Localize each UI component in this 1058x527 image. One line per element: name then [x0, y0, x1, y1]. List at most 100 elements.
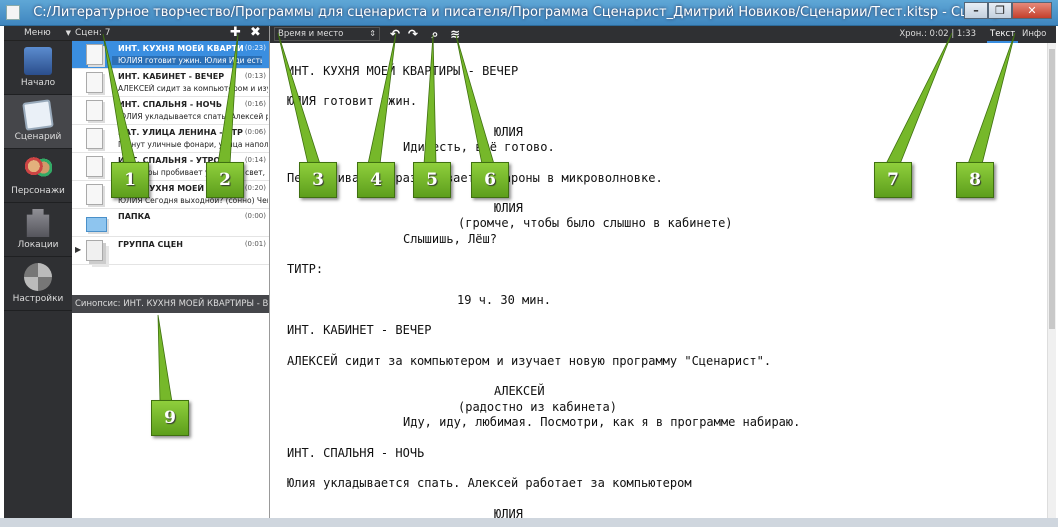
block-type-select[interactable]: Время и место ⇕: [274, 27, 380, 41]
parenthetical: (громче, чтобы было слышно в кабинете): [458, 216, 733, 230]
nav-item-script[interactable]: Сценарий: [4, 95, 72, 149]
undo-icon[interactable]: ↶: [386, 26, 404, 43]
scenes-panel: Сцен: 7 ✚ ✖ ИНТ. КУХНЯ МОЕЙ КВАРТИРЫ - В…: [72, 26, 270, 518]
scene-heading: ИНТ. КУХНЯ МОЕЙ КВАРТИРЫ - ВЕЧЕР: [287, 64, 519, 78]
character-name: АЛЕКСЕЙ: [494, 384, 545, 398]
select-arrow-icon: ⇕: [369, 29, 376, 38]
callout-badge: 5: [413, 162, 451, 198]
scene-description: Гаснут уличные фонари, улица наполняется: [118, 140, 268, 149]
scene-group-item[interactable]: ▶ ГРУППА СЦЕН (0:01): [72, 237, 269, 265]
remove-scene-button[interactable]: ✖: [250, 26, 261, 40]
nav-item-characters[interactable]: Персонажи: [4, 149, 72, 203]
title-bar: C:/Литературное творчество/Программы для…: [0, 0, 1058, 26]
scene-page-icon: [86, 184, 103, 205]
scene-duration: (0:23): [244, 44, 266, 52]
scene-duration: (0:20): [244, 184, 266, 192]
scene-description: АЛЕКСЕЙ сидит за компьютером и изучает н…: [118, 84, 268, 93]
scene-item[interactable]: НАТ. УЛИЦА ЛЕНИНА - УТРО (0:06) Гаснут у…: [72, 125, 269, 153]
block-type-value: Время и место: [278, 29, 344, 39]
callout-badge: 3: [299, 162, 337, 198]
nav-item-label: Локации: [17, 240, 59, 250]
action-line: ЮЛИЯ готовит ужин.: [287, 94, 418, 108]
scene-duration: (0:16): [244, 100, 266, 108]
scrollbar-thumb[interactable]: [1049, 49, 1055, 329]
scene-item[interactable]: ИНТ. КАБИНЕТ - ВЕЧЕР (0:13) АЛЕКСЕЙ сиди…: [72, 69, 269, 97]
dialogue-line: Слышишь, Лёш?: [403, 232, 497, 246]
scene-description: ЮЛИЯ готовит ужин. Юлия Иди есть, всё го…: [112, 56, 262, 65]
scene-item[interactable]: ИНТ. СПАЛЬНЯ - НОЧЬ (0:16) ЮЛИЯ укладыва…: [72, 97, 269, 125]
callout-badge: 4: [357, 162, 395, 198]
scene-title: ИНТ. КУХНЯ МОЕЙ КВАРТИРЫ - ВЕЧЕР: [118, 44, 243, 53]
title-text: 19 ч. 30 мин.: [457, 293, 551, 307]
scene-description: ЮЛИЯ укладывается спать. Алексей работае…: [118, 112, 268, 121]
scene-duration: (0:14): [244, 156, 266, 164]
script-scroll-icon: [22, 99, 54, 131]
callout-badge: 7: [874, 162, 912, 198]
title-block: ТИТР:: [287, 262, 324, 276]
tab-info[interactable]: Инфо: [1019, 26, 1049, 43]
scene-page-icon: [86, 72, 103, 93]
scene-duration: (0:06): [244, 128, 266, 136]
tools-icon: [24, 263, 52, 291]
folder-item[interactable]: ПАПКА (0:00): [72, 209, 269, 237]
callout-badge: 9: [151, 400, 189, 436]
window-bottom-frame: [0, 518, 1058, 527]
scene-page-icon: [86, 100, 103, 121]
nav-item-label: Сценарий: [14, 132, 62, 142]
scene-page-icon: [86, 44, 103, 65]
redo-icon[interactable]: ↷: [404, 26, 422, 43]
synopsis-header: Синопсис: ИНТ. КУХНЯ МОЕЙ КВАРТИРЫ - ВЕЧ…: [72, 295, 269, 313]
books-icon: [24, 47, 52, 75]
scene-title: ИНТ. КАБИНЕТ - ВЕЧЕР: [118, 72, 225, 81]
scene-group-icon: [86, 240, 103, 261]
folder-duration: (0:00): [244, 212, 266, 220]
chronometer: Хрон.: 0:02 | 1:33: [899, 29, 976, 39]
callout-badge: 1: [111, 162, 149, 198]
editor-toolbar: Время и место ⇕ ↶ ↷ ⌕ ≋ Хрон.: 0:02 | 1:…: [270, 26, 1056, 43]
scene-count-label: Сцен:: [75, 28, 102, 38]
layers-icon[interactable]: ≋: [446, 26, 464, 43]
scene-heading: ИНТ. КАБИНЕТ - ВЕЧЕР: [287, 323, 432, 337]
nav-item-locations[interactable]: Локации: [4, 203, 72, 257]
scene-duration: (0:13): [244, 72, 266, 80]
nav-item-settings[interactable]: Настройки: [4, 257, 72, 311]
chevron-down-icon: ▼: [65, 29, 72, 37]
callout-badge: 2: [206, 162, 244, 198]
search-icon[interactable]: ⌕: [426, 26, 444, 43]
scenes-toolbar: Сцен: 7 ✚ ✖: [72, 26, 269, 41]
scene-count: 7: [104, 28, 111, 38]
minimize-button[interactable]: –: [964, 2, 988, 19]
add-scene-button[interactable]: ✚: [230, 26, 241, 40]
scene-page-icon: [86, 128, 103, 149]
tab-text[interactable]: Текст: [987, 26, 1019, 43]
callout-badge: 6: [471, 162, 509, 198]
group-title: ГРУППА СЦЕН: [118, 240, 183, 249]
scene-page-icon: [86, 156, 103, 177]
scene-item[interactable]: ИНТ. КУХНЯ МОЕЙ КВАРТИРЫ - ВЕЧЕР (0:23) …: [72, 41, 269, 69]
characters-icon: [24, 155, 52, 183]
folder-title: ПАПКА: [118, 212, 151, 221]
action-line: Юлия укладывается спать. Алексей работае…: [287, 476, 692, 490]
character-name: ЮЛИЯ: [494, 201, 523, 215]
folder-icon: [86, 217, 107, 232]
group-duration: (0:01): [244, 240, 266, 248]
expand-arrow-icon[interactable]: ▶: [75, 245, 81, 254]
scene-list: ИНТ. КУХНЯ МОЕЙ КВАРТИРЫ - ВЕЧЕР (0:23) …: [72, 41, 269, 265]
callout-badge: 8: [956, 162, 994, 198]
left-navigation: Меню ▼ Начало Сценарий Персонажи Локации…: [4, 26, 72, 518]
nav-item-label: Начало: [20, 78, 56, 88]
character-name: ЮЛИЯ: [494, 507, 523, 518]
scene-heading: ИНТ. СПАЛЬНЯ - НОЧЬ: [287, 446, 425, 460]
castle-icon: [26, 209, 50, 237]
scene-title: ИНТ. СПАЛЬНЯ - НОЧЬ: [118, 100, 222, 109]
restore-button[interactable]: ❐: [988, 2, 1012, 19]
editor-scrollbar[interactable]: [1047, 43, 1056, 518]
dialogue-line: Иду, иду, любимая. Посмотри, как я в про…: [403, 415, 801, 429]
nav-item-home[interactable]: Начало: [4, 41, 72, 95]
scene-title: НАТ. УЛИЦА ЛЕНИНА - УТРО: [118, 128, 243, 137]
close-button[interactable]: ✕: [1012, 2, 1052, 19]
parenthetical: (радостно из кабинета): [458, 400, 617, 414]
window-title: C:/Литературное творчество/Программы для…: [33, 5, 1025, 20]
script-editor[interactable]: ИНТ. КУХНЯ МОЕЙ КВАРТИРЫ - ВЕЧЕР ЮЛИЯ го…: [270, 43, 1047, 518]
menu-button[interactable]: Меню ▼: [4, 26, 72, 41]
